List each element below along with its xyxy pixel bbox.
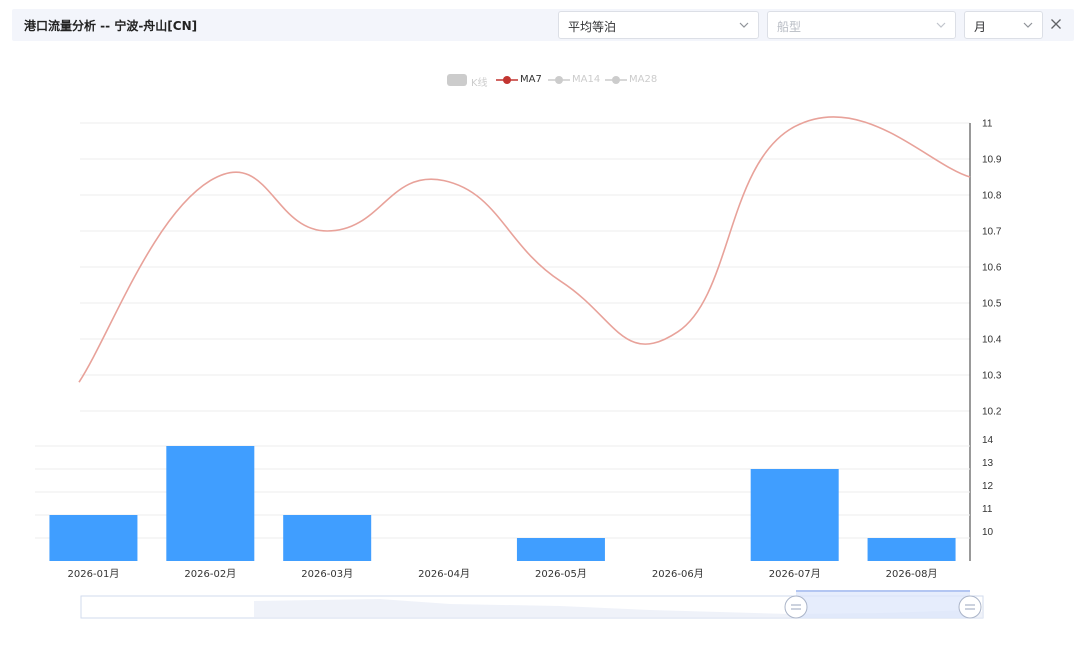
x-tick-label: 2026-02月 [184,568,236,580]
bar [49,515,138,561]
y-tick-label: 10.6 [982,263,1002,274]
x-tick-label: 2026-08月 [886,568,938,580]
y-tick-label: 10.8 [982,191,1002,202]
y-tick-label: 10.9 [982,155,1002,166]
x-tick-label: 2026-03月 [301,568,353,580]
bar [867,538,956,561]
datazoom-right-handle[interactable] [958,595,982,619]
x-tick-label: 2026-01月 [68,568,120,580]
y-tick-label: 10.2 [982,407,1002,418]
x-axis: 2026-01月 2026-02月 2026-03月 2026-04月 2026-05月… [68,568,938,580]
y-tick-label: 10.3 [982,371,1002,382]
bar [750,469,839,561]
bar [516,538,605,561]
y-tick-label: 10.7 [982,227,1002,238]
y-tick-label: 10.4 [982,335,1002,346]
ma7-line [78,116,971,383]
y-tick-label: 11 [982,504,993,515]
datazoom-slider[interactable] [80,590,984,619]
top-y-axis: 10.2 10.3 10.4 10.5 10.6 10.7 10.8 10.9 11 [982,119,1002,418]
x-tick-label: 2026-07月 [769,568,821,580]
bar [166,446,255,561]
bottom-y-axis: 10 11 12 13 14 [982,435,994,538]
datazoom-left-handle[interactable] [784,595,808,619]
y-tick-label: 14 [982,435,994,446]
y-tick-label: 11 [982,119,993,130]
y-tick-label: 12 [982,481,994,492]
y-tick-label: 10 [982,527,994,538]
x-tick-label: 2026-05月 [535,568,587,580]
ma7-line-series [78,116,971,383]
x-tick-label: 2026-04月 [418,568,470,580]
x-tick-label: 2026-06月 [652,568,704,580]
bar [283,515,372,561]
port-flow-chart: 10.210.310.410.510.610.710.810.911 10111… [35,116,1002,619]
y-tick-label: 13 [982,458,994,469]
y-tick-label: 10.5 [982,299,1002,310]
datazoom-selection[interactable] [796,591,970,618]
bar-series [49,446,956,561]
